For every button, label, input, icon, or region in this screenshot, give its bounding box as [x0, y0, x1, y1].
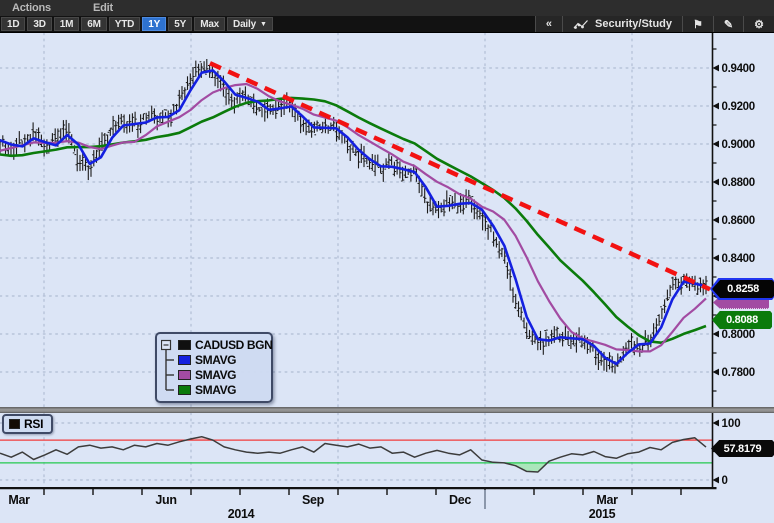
x-axis-canvas: Mar Jun Sep Dec Mar 2014 2015: [0, 487, 774, 523]
collapse-panel-button[interactable]: «: [535, 16, 562, 32]
rsi-value-badge: 57.8179: [711, 440, 774, 457]
range-tabs: 1D3D1M6MYTD1Y5YMaxDaily▼: [0, 16, 274, 32]
smavg-purple-swatch: [178, 370, 191, 380]
rsi-gridlines: [0, 413, 713, 487]
smavg-green-swatch: [178, 385, 191, 395]
price-axis-label: 0.8400: [722, 253, 755, 265]
legend-label: SMAVG: [195, 383, 236, 397]
price-axis-label: 0.8600: [722, 215, 755, 227]
flag-icon[interactable]: ⚑: [682, 16, 713, 32]
menubar: Actions Edit: [0, 0, 774, 16]
security-study-label: Security/Study: [595, 18, 672, 30]
tab-1d[interactable]: 1D: [1, 17, 25, 31]
rsi-line: [0, 437, 706, 472]
rsi-axis-label: 0: [722, 475, 728, 487]
price-chart-canvas: 0.9400 0.9200 0.9000 0.8800 0.8600 0.8400 0.80…: [0, 33, 774, 407]
price-gridlines: [0, 33, 713, 407]
menu-edit[interactable]: Edit: [93, 2, 113, 14]
legend-item-smavg-purple[interactable]: SMAVG: [178, 367, 267, 382]
legend-item-smavg-blue[interactable]: SMAVG: [178, 352, 267, 367]
price-axis-label: 0.7800: [722, 367, 755, 379]
chart-controls: « Security/Study ⚑ ✎ ⚙: [535, 16, 774, 32]
x-axis-month-label: Jun: [155, 493, 176, 507]
frequency-dropdown[interactable]: Daily▼: [227, 17, 273, 31]
tab-1m[interactable]: 1M: [54, 17, 80, 31]
legend-label: CADUSD BGN: [195, 338, 272, 352]
rsi-legend-chip[interactable]: RSI: [2, 414, 53, 434]
mini-chart-icon: [573, 19, 589, 30]
x-axis: Mar Jun Sep Dec Mar 2014 2015: [0, 488, 717, 521]
legend-label: SMAVG: [195, 353, 236, 367]
price-axis: 0.9400 0.9200 0.9000 0.8800 0.8600 0.8400 0.80…: [713, 33, 755, 407]
last-price-badge: 0.8258: [712, 280, 774, 298]
legend-tree-icon: [161, 337, 178, 399]
annotate-pencil-icon[interactable]: ✎: [713, 16, 743, 32]
tab-3d[interactable]: 3D: [27, 17, 51, 31]
x-axis-strip: Mar Jun Sep Dec Mar 2014 2015: [0, 487, 774, 523]
rsi-label: RSI: [24, 417, 43, 431]
x-axis-year-label: 2015: [589, 507, 616, 521]
x-axis-month-label: Sep: [302, 493, 325, 507]
tabbar: 1D3D1M6MYTD1Y5YMaxDaily▼ « Security/Stud…: [0, 16, 774, 33]
x-axis-year-label: 2014: [228, 507, 255, 521]
tab-5y[interactable]: 5Y: [168, 17, 192, 31]
rsi-chart-canvas: 100 0: [0, 413, 774, 487]
rsi-panel: 100 0 RSI 57.8179: [0, 413, 774, 487]
cadusd-swatch: [178, 340, 191, 350]
rsi-axis-label: 100: [722, 418, 741, 430]
price-axis-label: 0.8000: [722, 329, 755, 341]
security-study-button[interactable]: Security/Study: [562, 16, 682, 32]
price-axis-label: 0.9400: [722, 63, 755, 75]
x-axis-month-label: Mar: [8, 493, 30, 507]
x-axis-month-label: Mar: [596, 493, 618, 507]
legend-item-cadusd[interactable]: CADUSD BGN: [178, 337, 267, 352]
tab-1y[interactable]: 1Y: [142, 17, 166, 31]
tab-ytd[interactable]: YTD: [109, 17, 140, 31]
settings-gear-icon[interactable]: ⚙: [743, 16, 774, 32]
smavg-green-badge: 0.8088: [712, 311, 772, 329]
smavg-purple-line: [0, 84, 706, 351]
bloomberg-chart-window: Actions Edit 1D3D1M6MYTD1Y5YMaxDaily▼ « …: [0, 0, 774, 523]
menu-actions[interactable]: Actions: [12, 2, 51, 14]
tab-6m[interactable]: 6M: [81, 17, 107, 31]
tab-max[interactable]: Max: [194, 17, 225, 31]
legend-item-smavg-green[interactable]: SMAVG: [178, 382, 267, 397]
legend-label: SMAVG: [195, 368, 236, 382]
price-axis-label: 0.9200: [722, 101, 755, 113]
trendline-annotation[interactable]: [210, 63, 710, 289]
price-chart-panel: 0.9400 0.9200 0.9000 0.8800 0.8600 0.8400 0.80…: [0, 33, 774, 407]
rsi-swatch: [9, 419, 20, 429]
chart-legend: CADUSD BGN SMAVG SMAVG SMAVG: [155, 332, 273, 403]
price-axis-label: 0.8800: [722, 177, 755, 189]
x-axis-month-label: Dec: [449, 493, 471, 507]
price-axis-label: 0.9000: [722, 139, 755, 151]
smavg-blue-swatch: [178, 355, 191, 365]
